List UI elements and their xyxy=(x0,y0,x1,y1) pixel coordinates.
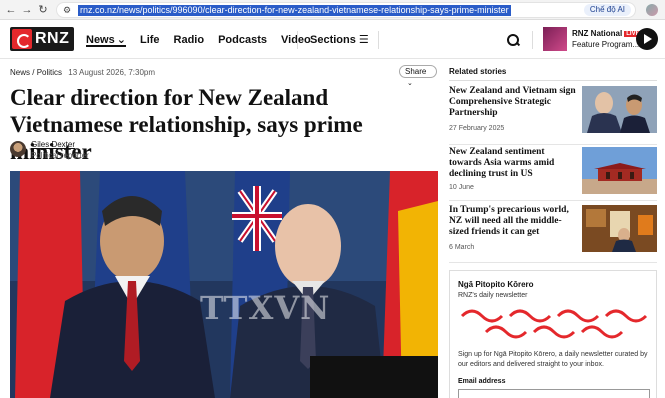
breadcrumb-politics[interactable]: Politics xyxy=(37,68,62,77)
divider xyxy=(449,80,657,81)
nav-item-news[interactable]: News ⌄ xyxy=(86,33,126,47)
related-story-title[interactable]: New Zealand sentiment towards Asia warms… xyxy=(449,147,577,180)
divider xyxy=(449,144,657,145)
share-label: Share xyxy=(405,67,427,76)
related-story[interactable]: New Zealand and Vietnam sign Comprehensi… xyxy=(449,86,657,144)
hero-watermark: TTXVN xyxy=(200,289,331,327)
thumbnail-image xyxy=(582,147,657,194)
newsletter-title: Ngā Pitopito Kōrero xyxy=(458,280,534,289)
newsletter-wave-pattern xyxy=(460,309,648,339)
divider xyxy=(449,262,657,263)
breadcrumb-news[interactable]: News xyxy=(10,68,30,77)
related-stories-heading: Related stories xyxy=(449,67,507,76)
back-arrow-icon[interactable]: ← xyxy=(4,3,18,17)
forward-arrow-icon[interactable]: → xyxy=(20,3,34,17)
newsletter-subtitle: RNZ's daily newsletter xyxy=(458,292,528,299)
logo-text: RNZ xyxy=(35,30,70,47)
article-date: 13 August 2026, 7:30pm xyxy=(68,68,156,77)
ai-mode-button[interactable]: Chế độ AI xyxy=(583,4,631,16)
rnz-swirl-icon xyxy=(12,29,32,49)
divider xyxy=(449,200,657,201)
hamburger-icon: ☰ xyxy=(358,34,369,46)
nav-item-podcasts[interactable]: Podcasts xyxy=(218,33,267,47)
main-nav: News ⌄ Life Radio Podcasts Video xyxy=(86,33,311,47)
hero-photo xyxy=(10,171,438,398)
author-avatar xyxy=(10,141,26,157)
share-button[interactable]: Share ⌄ xyxy=(399,65,437,87)
browser-toolbar: ← → ↻ ⚙ rnz.co.nz/news/politics/996090/c… xyxy=(0,0,665,20)
sections-label: Sections xyxy=(310,34,356,46)
site-info-icon[interactable]: ⚙ xyxy=(63,5,73,15)
sections-menu-button[interactable]: Sections ☰ xyxy=(310,33,369,47)
nav-item-life[interactable]: Life xyxy=(140,33,160,47)
nav-item-video[interactable]: Video xyxy=(281,33,311,47)
thumbnail-image xyxy=(582,86,657,133)
url-text[interactable]: rnz.co.nz/news/politics/996090/clear-dir… xyxy=(78,5,511,16)
related-story-date: 27 February 2025 xyxy=(449,125,505,132)
play-icon[interactable] xyxy=(636,28,658,50)
related-story-date: 6 March xyxy=(449,244,475,251)
thumbnail-image xyxy=(582,205,657,252)
related-story-thumbnail[interactable] xyxy=(582,86,657,133)
live-program-name[interactable]: Feature Program... xyxy=(572,40,639,49)
address-bar[interactable]: ⚙ rnz.co.nz/news/politics/996090/clear-d… xyxy=(56,2,636,18)
related-story-title[interactable]: New Zealand and Vietnam sign Comprehensi… xyxy=(449,86,577,119)
author-link[interactable]: Giles Dexter xyxy=(31,140,75,149)
related-story[interactable]: New Zealand sentiment towards Asia warms… xyxy=(449,147,657,205)
reload-icon[interactable]: ↻ xyxy=(36,3,50,17)
email-label: Email address xyxy=(458,378,506,385)
chevron-down-icon: ⌄ xyxy=(116,34,126,46)
rnz-logo[interactable]: RNZ xyxy=(10,27,74,51)
live-station-name: RNZ National xyxy=(572,29,623,38)
nav-news-label: News xyxy=(86,34,115,46)
live-station[interactable]: RNZ National LIVE xyxy=(572,29,642,38)
author-role: Political reporter xyxy=(31,151,89,160)
breadcrumb: News / Politics 13 August 2026, 7:30pm xyxy=(10,68,155,77)
related-story-thumbnail[interactable] xyxy=(582,147,657,194)
related-story-date: 10 June xyxy=(449,184,474,191)
profile-avatar[interactable] xyxy=(646,4,658,16)
live-program-thumbnail[interactable] xyxy=(543,27,567,51)
nav-divider xyxy=(297,31,298,49)
site-header: RNZ News ⌄ Life Radio Podcasts Video Sect… xyxy=(0,21,665,59)
related-story[interactable]: In Trump's precarious world, NZ will nee… xyxy=(449,205,657,263)
nav-divider xyxy=(532,31,533,49)
nav-divider xyxy=(378,31,379,49)
newsletter-description: Sign up for Ngā Pitopito Kōrero, a daily… xyxy=(458,351,648,368)
hero-image[interactable]: TTXVN xyxy=(10,171,438,398)
related-story-thumbnail[interactable] xyxy=(582,205,657,252)
search-icon[interactable] xyxy=(506,33,520,47)
email-field[interactable] xyxy=(458,389,650,398)
newsletter-signup: Ngā Pitopito Kōrero RNZ's daily newslett… xyxy=(449,270,657,398)
nav-item-radio[interactable]: Radio xyxy=(174,33,205,47)
related-story-title[interactable]: In Trump's precarious world, NZ will nee… xyxy=(449,205,577,238)
breadcrumb-separator: / xyxy=(32,68,35,77)
